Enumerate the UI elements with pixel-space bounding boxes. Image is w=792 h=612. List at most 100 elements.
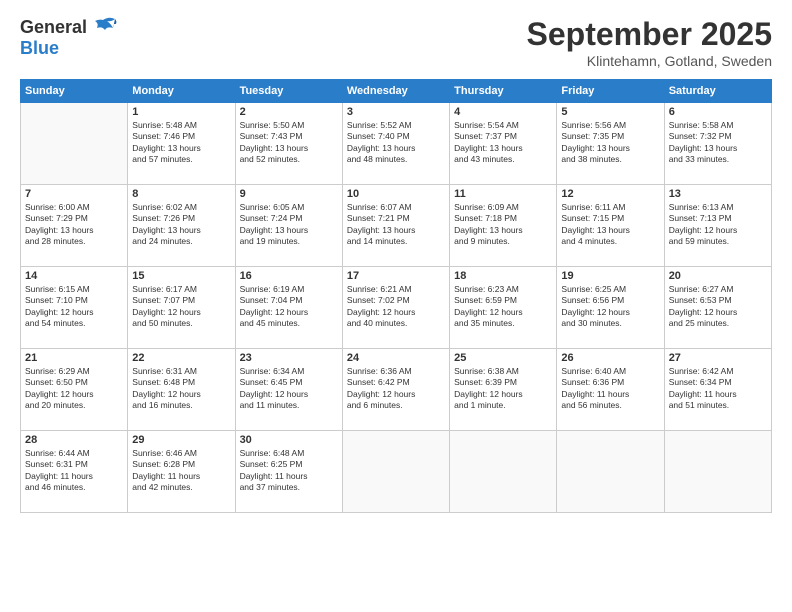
page: General Blue September 2025 Klintehamn, …: [0, 0, 792, 612]
day-info: Sunrise: 6:46 AMSunset: 6:28 PMDaylight:…: [132, 448, 230, 494]
day-info: Sunrise: 6:00 AMSunset: 7:29 PMDaylight:…: [25, 202, 123, 248]
day-info: Sunrise: 5:52 AMSunset: 7:40 PMDaylight:…: [347, 120, 445, 166]
day-info: Sunrise: 6:36 AMSunset: 6:42 PMDaylight:…: [347, 366, 445, 412]
day-info: Sunrise: 6:48 AMSunset: 6:25 PMDaylight:…: [240, 448, 338, 494]
calendar-cell: 23 Sunrise: 6:34 AMSunset: 6:45 PMDayligh…: [235, 349, 342, 431]
day-info: Sunrise: 6:19 AMSunset: 7:04 PMDaylight:…: [240, 284, 338, 330]
day-number: 15: [132, 270, 230, 282]
day-number: 22: [132, 352, 230, 364]
day-number: 4: [454, 106, 552, 118]
calendar-cell: 7Sunrise: 6:00 AMSunset: 7:29 PMDaylight…: [21, 185, 128, 267]
calendar-cell: 21 Sunrise: 6:29 AMSunset: 6:50 PMDayligh…: [21, 349, 128, 431]
calendar-week-5: 28 Sunrise: 6:44 AMSunset: 6:31 PMDayligh…: [21, 431, 772, 513]
calendar-cell: 4 Sunrise: 5:54 AMSunset: 7:37 PMDaylight…: [450, 103, 557, 185]
calendar-cell: 1Sunrise: 5:48 AMSunset: 7:46 PMDaylight…: [128, 103, 235, 185]
calendar-header-row: Sunday Monday Tuesday Wednesday Thursday…: [21, 80, 772, 103]
calendar-cell: 8 Sunrise: 6:02 AMSunset: 7:26 PMDaylight…: [128, 185, 235, 267]
day-number: 17: [347, 270, 445, 282]
calendar-cell: [21, 103, 128, 185]
calendar-cell: 18Sunrise: 6:23 AMSunset: 6:59 PMDayligh…: [450, 267, 557, 349]
calendar-cell: 29 Sunrise: 6:46 AMSunset: 6:28 PMDayligh…: [128, 431, 235, 513]
calendar-cell: 16 Sunrise: 6:19 AMSunset: 7:04 PMDayligh…: [235, 267, 342, 349]
calendar-cell: 6 Sunrise: 5:58 AMSunset: 7:32 PMDaylight…: [664, 103, 771, 185]
col-sunday: Sunday: [21, 80, 128, 103]
calendar-cell: 30 Sunrise: 6:48 AMSunset: 6:25 PMDayligh…: [235, 431, 342, 513]
calendar-cell: 27 Sunrise: 6:42 AMSunset: 6:34 PMDayligh…: [664, 349, 771, 431]
logo-bird-icon: [89, 16, 117, 38]
col-monday: Monday: [128, 80, 235, 103]
day-number: 16: [240, 270, 338, 282]
calendar-week-2: 7Sunrise: 6:00 AMSunset: 7:29 PMDaylight…: [21, 185, 772, 267]
day-number: 9: [240, 188, 338, 200]
day-info: Sunrise: 6:15 AMSunset: 7:10 PMDaylight:…: [25, 284, 123, 330]
day-number: 23: [240, 352, 338, 364]
day-number: 30: [240, 434, 338, 446]
calendar-cell: 17 Sunrise: 6:21 AMSunset: 7:02 PMDayligh…: [342, 267, 449, 349]
day-number: 3: [347, 106, 445, 118]
logo: General Blue: [20, 16, 117, 59]
day-info: Sunrise: 5:58 AMSunset: 7:32 PMDaylight:…: [669, 120, 767, 166]
day-number: 24: [347, 352, 445, 364]
day-number: 19: [561, 270, 659, 282]
calendar-cell: 26Sunrise: 6:40 AMSunset: 6:36 PMDayligh…: [557, 349, 664, 431]
day-info: Sunrise: 6:02 AMSunset: 7:26 PMDaylight:…: [132, 202, 230, 248]
day-info: Sunrise: 6:25 AMSunset: 6:56 PMDaylight:…: [561, 284, 659, 330]
logo-blue-text: Blue: [20, 38, 59, 59]
col-friday: Friday: [557, 80, 664, 103]
day-number: 2: [240, 106, 338, 118]
day-number: 29: [132, 434, 230, 446]
day-info: Sunrise: 5:54 AMSunset: 7:37 PMDaylight:…: [454, 120, 552, 166]
day-info: Sunrise: 6:09 AMSunset: 7:18 PMDaylight:…: [454, 202, 552, 248]
calendar-table: Sunday Monday Tuesday Wednesday Thursday…: [20, 79, 772, 513]
day-number: 28: [25, 434, 123, 446]
day-number: 25: [454, 352, 552, 364]
col-wednesday: Wednesday: [342, 80, 449, 103]
day-info: Sunrise: 6:42 AMSunset: 6:34 PMDaylight:…: [669, 366, 767, 412]
calendar-week-1: 1Sunrise: 5:48 AMSunset: 7:46 PMDaylight…: [21, 103, 772, 185]
logo-general-text: General: [20, 17, 87, 38]
col-thursday: Thursday: [450, 80, 557, 103]
title-section: September 2025 Klintehamn, Gotland, Swed…: [527, 16, 772, 69]
calendar-cell: 10Sunrise: 6:07 AMSunset: 7:21 PMDayligh…: [342, 185, 449, 267]
day-number: 5: [561, 106, 659, 118]
day-info: Sunrise: 6:34 AMSunset: 6:45 PMDaylight:…: [240, 366, 338, 412]
col-tuesday: Tuesday: [235, 80, 342, 103]
day-info: Sunrise: 6:29 AMSunset: 6:50 PMDaylight:…: [25, 366, 123, 412]
location: Klintehamn, Gotland, Sweden: [527, 53, 772, 69]
calendar-cell: 25 Sunrise: 6:38 AMSunset: 6:39 PMDayligh…: [450, 349, 557, 431]
col-saturday: Saturday: [664, 80, 771, 103]
day-info: Sunrise: 6:44 AMSunset: 6:31 PMDaylight:…: [25, 448, 123, 494]
day-info: Sunrise: 6:21 AMSunset: 7:02 PMDaylight:…: [347, 284, 445, 330]
day-number: 21: [25, 352, 123, 364]
calendar-cell: 24 Sunrise: 6:36 AMSunset: 6:42 PMDayligh…: [342, 349, 449, 431]
day-info: Sunrise: 6:40 AMSunset: 6:36 PMDaylight:…: [561, 366, 659, 412]
day-info: Sunrise: 6:31 AMSunset: 6:48 PMDaylight:…: [132, 366, 230, 412]
day-number: 6: [669, 106, 767, 118]
day-info: Sunrise: 5:50 AMSunset: 7:43 PMDaylight:…: [240, 120, 338, 166]
calendar-cell: [450, 431, 557, 513]
calendar-cell: 13Sunrise: 6:13 AMSunset: 7:13 PMDayligh…: [664, 185, 771, 267]
day-info: Sunrise: 5:56 AMSunset: 7:35 PMDaylight:…: [561, 120, 659, 166]
day-info: Sunrise: 6:17 AMSunset: 7:07 PMDaylight:…: [132, 284, 230, 330]
day-info: Sunrise: 6:11 AMSunset: 7:15 PMDaylight:…: [561, 202, 659, 248]
day-number: 8: [132, 188, 230, 200]
day-number: 14: [25, 270, 123, 282]
calendar-cell: 20 Sunrise: 6:27 AMSunset: 6:53 PMDayligh…: [664, 267, 771, 349]
day-number: 27: [669, 352, 767, 364]
header: General Blue September 2025 Klintehamn, …: [20, 16, 772, 69]
calendar-cell: [342, 431, 449, 513]
calendar-cell: 22 Sunrise: 6:31 AMSunset: 6:48 PMDayligh…: [128, 349, 235, 431]
day-info: Sunrise: 6:38 AMSunset: 6:39 PMDaylight:…: [454, 366, 552, 412]
calendar-cell: 3 Sunrise: 5:52 AMSunset: 7:40 PMDaylight…: [342, 103, 449, 185]
calendar-week-3: 14 Sunrise: 6:15 AMSunset: 7:10 PMDayligh…: [21, 267, 772, 349]
calendar-cell: 9Sunrise: 6:05 AMSunset: 7:24 PMDaylight…: [235, 185, 342, 267]
day-number: 20: [669, 270, 767, 282]
calendar-week-4: 21 Sunrise: 6:29 AMSunset: 6:50 PMDayligh…: [21, 349, 772, 431]
calendar-cell: 12 Sunrise: 6:11 AMSunset: 7:15 PMDayligh…: [557, 185, 664, 267]
calendar-cell: 5 Sunrise: 5:56 AMSunset: 7:35 PMDaylight…: [557, 103, 664, 185]
day-number: 12: [561, 188, 659, 200]
calendar-cell: 14 Sunrise: 6:15 AMSunset: 7:10 PMDayligh…: [21, 267, 128, 349]
day-info: Sunrise: 6:27 AMSunset: 6:53 PMDaylight:…: [669, 284, 767, 330]
day-number: 10: [347, 188, 445, 200]
calendar-cell: 19 Sunrise: 6:25 AMSunset: 6:56 PMDayligh…: [557, 267, 664, 349]
